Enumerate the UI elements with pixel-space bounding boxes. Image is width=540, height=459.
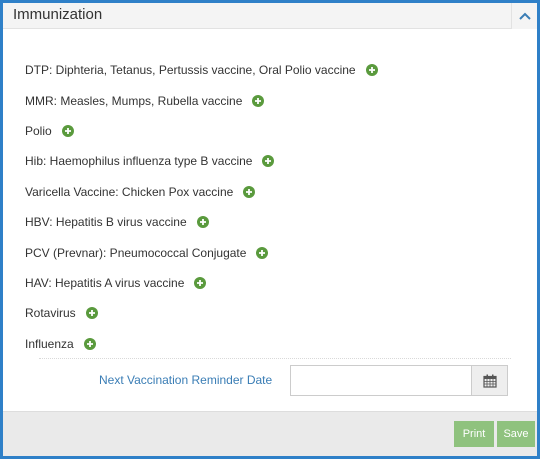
reminder-date-label: Next Vaccination Reminder Date (99, 373, 273, 387)
collapse-button[interactable] (511, 3, 537, 29)
vaccine-label: Rotavirus (25, 306, 76, 321)
plus-circle-icon[interactable] (252, 94, 265, 107)
vaccine-row: PCV (Prevnar): Pneumococcal Conjugate (25, 237, 525, 267)
vaccine-label: Hib: Haemophilus influenza type B vaccin… (25, 154, 253, 169)
calendar-button[interactable] (471, 365, 508, 396)
plus-circle-icon[interactable] (61, 124, 74, 137)
vaccine-row: Rotavirus (25, 298, 525, 328)
vaccine-label: MMR: Measles, Mumps, Rubella vaccine (25, 93, 243, 108)
plus-circle-icon[interactable] (196, 216, 209, 229)
plus-circle-icon[interactable] (83, 337, 96, 350)
vaccine-row: HBV: Hepatitis B virus vaccine (25, 207, 525, 237)
plus-circle-icon[interactable] (256, 246, 269, 259)
chevron-up-icon (518, 12, 531, 20)
vaccine-row: DTP: Diphteria, Tetanus, Pertussis vacci… (25, 55, 525, 85)
vaccine-label: DTP: Diphteria, Tetanus, Pertussis vacci… (25, 63, 356, 78)
vaccine-row: Polio (25, 116, 525, 146)
calendar-icon (482, 374, 497, 388)
vaccine-label: Polio (25, 123, 52, 138)
panel-footer: Print Save (3, 411, 537, 456)
save-button[interactable]: Save (497, 421, 535, 447)
vaccine-label: HBV: Hepatitis B virus vaccine (25, 215, 187, 230)
divider (39, 358, 511, 359)
panel-title: Immunization (13, 6, 103, 23)
vaccine-row: MMR: Measles, Mumps, Rubella vaccine (25, 85, 525, 115)
vaccine-row: HAV: Hepatitis A virus vaccine (25, 268, 525, 298)
vaccine-label: Varicella Vaccine: Chicken Pox vaccine (25, 184, 234, 199)
vaccine-row: Varicella Vaccine: Chicken Pox vaccine (25, 177, 525, 207)
vaccine-list: DTP: Diphteria, Tetanus, Pertussis vacci… (25, 55, 525, 359)
vaccine-label: HAV: Hepatitis A virus vaccine (25, 275, 185, 290)
plus-circle-icon[interactable] (194, 276, 207, 289)
vaccine-label: PCV (Prevnar): Pneumococcal Conjugate (25, 245, 247, 260)
reminder-date-input[interactable] (290, 365, 472, 396)
print-button[interactable]: Print (454, 421, 494, 447)
immunization-panel: Immunization DTP: Diphteria, Tetanus, Pe… (0, 0, 540, 459)
vaccine-row: Influenza (25, 329, 525, 359)
vaccine-row: Hib: Haemophilus influenza type B vaccin… (25, 146, 525, 176)
vaccine-label: Influenza (25, 336, 74, 351)
plus-circle-icon[interactable] (243, 185, 256, 198)
plus-circle-icon[interactable] (85, 307, 98, 320)
plus-circle-icon[interactable] (262, 155, 275, 168)
plus-circle-icon[interactable] (365, 64, 378, 77)
panel-header: Immunization (3, 3, 537, 29)
